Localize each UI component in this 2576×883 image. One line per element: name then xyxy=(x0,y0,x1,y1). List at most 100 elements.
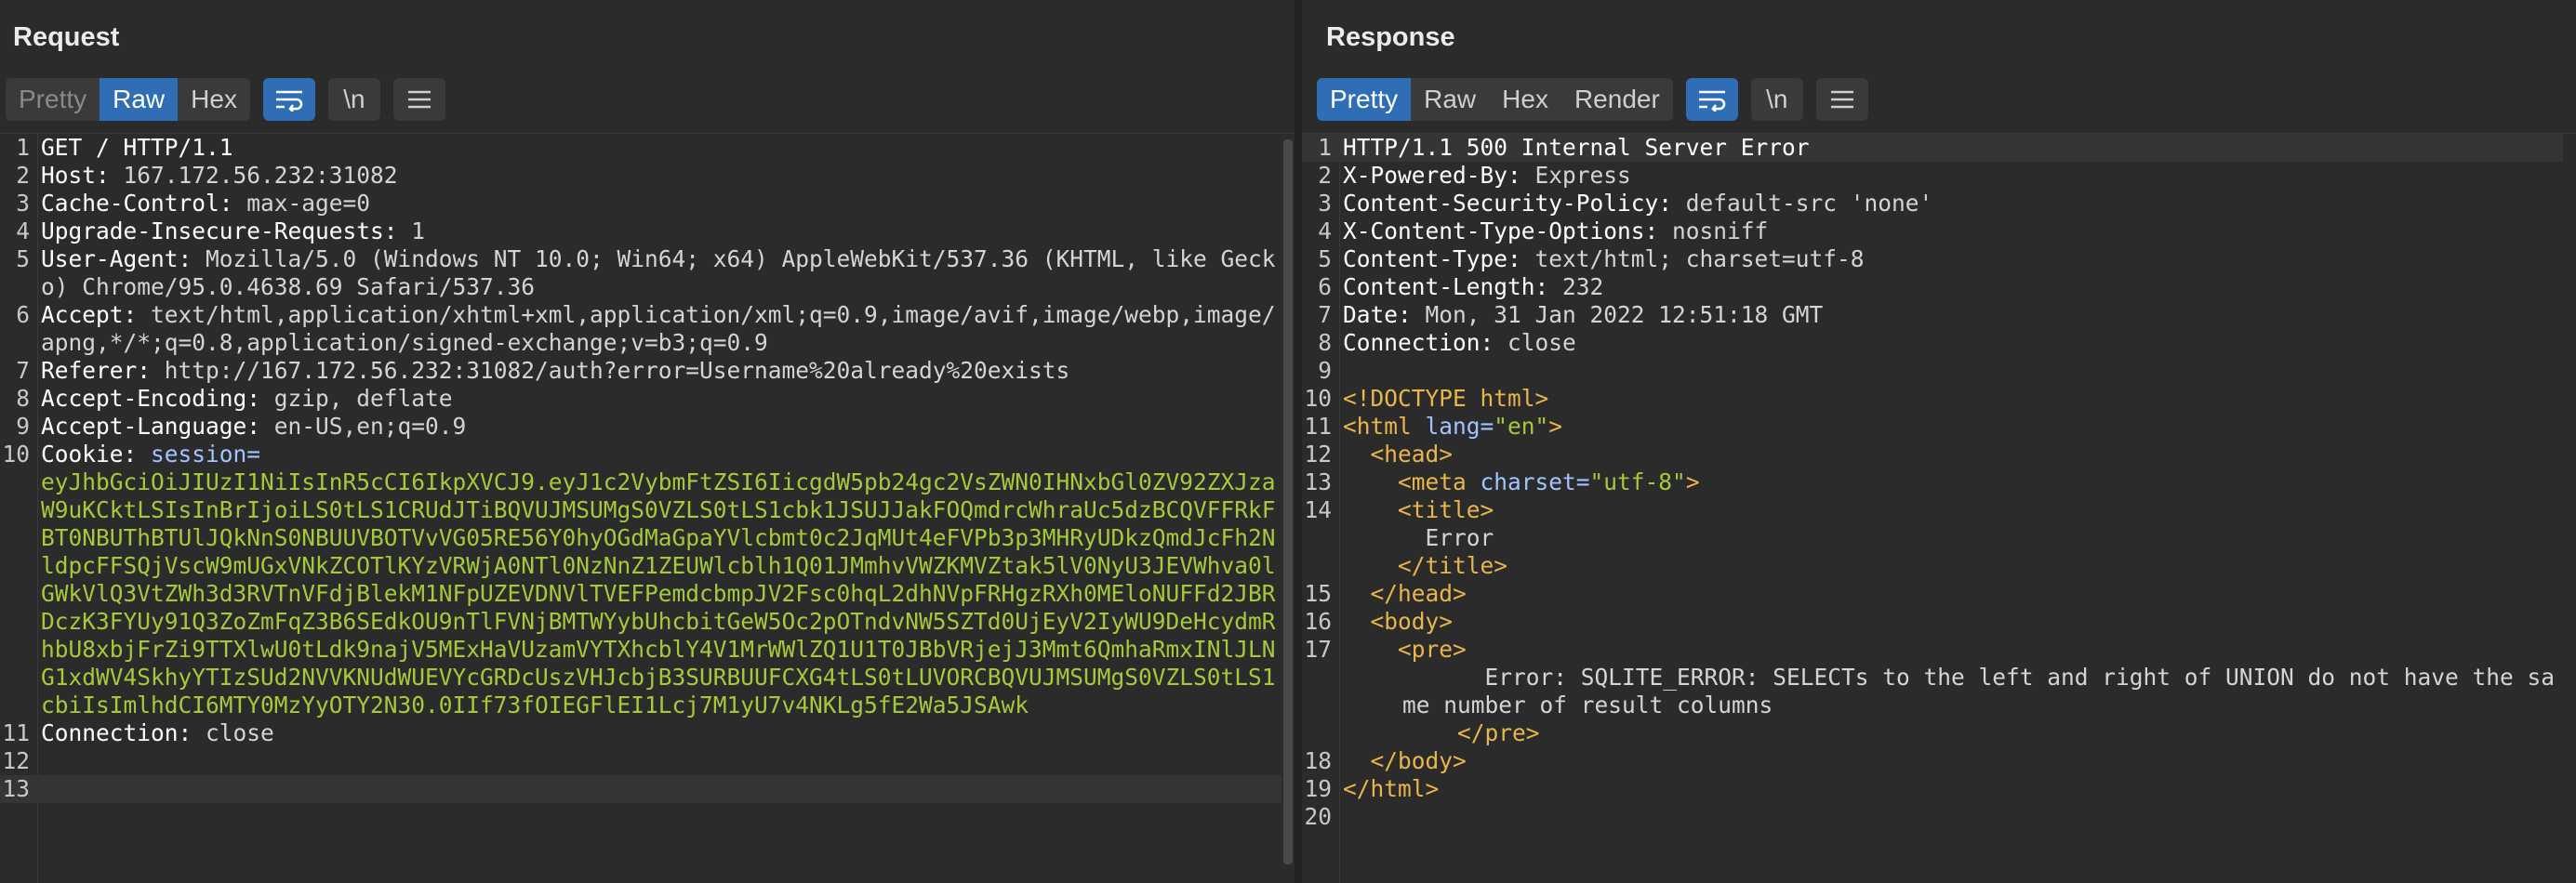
line-number: 18 xyxy=(1304,747,1332,774)
request-tab-raw[interactable]: Raw xyxy=(100,78,179,121)
header-name: Connection: xyxy=(1343,329,1494,356)
error-message: Error: SQLITE_ERROR: SELECTs to the left… xyxy=(1402,664,2556,718)
response-title: Response xyxy=(1326,22,1455,52)
header-value: 167.172.56.232:31082 xyxy=(109,162,398,189)
response-line: 14 <title> Error </title> xyxy=(1302,496,2563,580)
request-menu-button[interactable] xyxy=(392,78,445,121)
request-title: Request xyxy=(13,22,120,52)
response-line: 9​ xyxy=(1302,357,2563,385)
pane-divider[interactable] xyxy=(1295,0,1302,883)
header-value: en-US,en;q=0.9 xyxy=(260,413,467,440)
response-wrap-button[interactable] xyxy=(1685,78,1738,121)
header-value: Mozilla/5.0 (Windows NT 10.0; Win64; x64… xyxy=(41,245,1276,300)
request-tab-hex[interactable]: Hex xyxy=(178,78,250,121)
header-name: Cache-Control: xyxy=(41,190,233,217)
line-number: 4 xyxy=(16,217,30,244)
response-line-current: 1 HTTP/1.1 500 Internal Server Error xyxy=(1302,134,2563,162)
line-number: 8 xyxy=(1318,329,1332,356)
request-tab-pretty[interactable]: Pretty xyxy=(6,78,100,121)
header-name: Host: xyxy=(41,162,110,189)
menu-icon xyxy=(1830,90,1853,109)
request-line-current: 13​ xyxy=(0,775,1281,803)
response-line: 7 Date: Mon, 31 Jan 2022 12:51:18 GMT xyxy=(1302,301,2563,329)
request-view-tabs: Pretty Raw Hex xyxy=(6,78,250,121)
response-pane: Response Pretty Raw Hex Render \n 1 HTTP/… xyxy=(1302,0,2576,883)
line-number: 19 xyxy=(1304,775,1332,802)
response-tab-raw[interactable]: Raw xyxy=(1411,78,1489,121)
response-editor[interactable]: 1 HTTP/1.1 500 Internal Server Error 2 X-P… xyxy=(1302,133,2576,883)
response-tab-pretty[interactable]: Pretty xyxy=(1317,78,1412,121)
header-value: max-age=0 xyxy=(232,190,371,217)
drag-handle-icon[interactable]: ⋮ xyxy=(1295,694,1316,732)
response-newline-button[interactable]: \n xyxy=(1750,78,1803,121)
request-line: 10 Cookie: session= eyJhbGciOiJIUzI1NiIsIn… xyxy=(0,441,1281,719)
html-tag: </head> xyxy=(1370,580,1467,607)
response-line: 8 Connection: close xyxy=(1302,329,2563,357)
header-name: Accept: xyxy=(41,301,138,328)
response-menu-button[interactable] xyxy=(1815,78,1868,121)
response-line: 3 Content-Security-Policy: default-src 'n… xyxy=(1302,190,2563,217)
header-value: text/html,application/xhtml+xml,applicat… xyxy=(41,301,1276,356)
header-value: Mon, 31 Jan 2022 12:51:18 GMT xyxy=(1411,301,1824,328)
response-tab-render[interactable]: Render xyxy=(1561,78,1673,121)
header-name: Content-Security-Policy: xyxy=(1343,190,1673,217)
response-view-tabs: Pretty Raw Hex Render xyxy=(1317,78,1673,121)
line-number: 5 xyxy=(16,245,30,272)
header-value: http://167.172.56.232:31082/auth?error=U… xyxy=(151,357,1070,384)
request-line: 3 Cache-Control: max-age=0 xyxy=(0,190,1281,217)
line-number: 3 xyxy=(16,190,30,217)
request-editor[interactable]: 1 GET / HTTP/1.1 2 Host: 167.172.56.232:31… xyxy=(0,133,1295,883)
line-number: 2 xyxy=(16,162,30,189)
line-number: 1 xyxy=(16,134,30,161)
html-tag: <body> xyxy=(1370,608,1454,635)
line-number: 13 xyxy=(2,775,30,802)
request-pane: Request Pretty Raw Hex \n 1 GET / HTTP/1.… xyxy=(0,0,1295,883)
html-tag: </body> xyxy=(1370,747,1467,774)
line-number: 11 xyxy=(1304,413,1332,440)
line-number: 2 xyxy=(1318,162,1332,189)
header-name: Connection: xyxy=(41,719,193,746)
line-number: 11 xyxy=(2,719,30,746)
header-value: 1 xyxy=(397,217,426,244)
line-number: 6 xyxy=(1318,273,1332,300)
header-value: 232 xyxy=(1548,273,1604,300)
html-tag: > xyxy=(1685,468,1700,495)
response-line: 12 <head> xyxy=(1302,441,2563,468)
line-number: 16 xyxy=(1304,608,1332,635)
header-name: Content-Type: xyxy=(1343,245,1521,272)
html-tag: </title> xyxy=(1398,552,1508,579)
line-number: 10 xyxy=(1304,385,1332,412)
header-name: Date: xyxy=(1343,301,1412,328)
header-value: close xyxy=(192,719,274,746)
line-number: 1 xyxy=(1318,134,1332,161)
header-value: text/html; charset=utf-8 xyxy=(1520,245,1865,272)
request-wrap-button[interactable] xyxy=(262,78,315,121)
request-scroll-thumb[interactable] xyxy=(1283,139,1293,864)
request-line: 4 Upgrade-Insecure-Requests: 1 xyxy=(0,217,1281,245)
header-name: X-Content-Type-Options: xyxy=(1343,217,1659,244)
request-code: 1 GET / HTTP/1.1 2 Host: 167.172.56.232:31… xyxy=(0,134,1281,803)
doctype: <!DOCTYPE html> xyxy=(1343,385,1549,412)
header-name: Upgrade-Insecure-Requests: xyxy=(41,217,398,244)
response-tab-hex[interactable]: Hex xyxy=(1489,78,1561,121)
html-tag: <head> xyxy=(1370,441,1454,468)
request-scrollbar[interactable] xyxy=(1281,134,1295,883)
line-number: 12 xyxy=(1304,441,1332,468)
header-name: Accept-Encoding: xyxy=(41,385,261,412)
header-value: default-src 'none' xyxy=(1672,190,1933,217)
status-line: HTTP/1.1 500 Internal Server Error xyxy=(1343,134,1810,161)
request-toolbar: Pretty Raw Hex \n xyxy=(6,78,445,121)
title-text: Error xyxy=(1425,524,1494,551)
request-line: 9 Accept-Language: en-US,en;q=0.9 xyxy=(0,413,1281,441)
menu-icon xyxy=(407,90,431,109)
header-value: nosniff xyxy=(1658,217,1769,244)
request-line: 2 Host: 167.172.56.232:31082 xyxy=(0,162,1281,190)
request-line: 8 Accept-Encoding: gzip, deflate xyxy=(0,385,1281,413)
request-line: 7 Referer: http://167.172.56.232:31082/au… xyxy=(0,357,1281,385)
response-line: 10 <!DOCTYPE html> xyxy=(1302,385,2563,413)
html-tag: <meta xyxy=(1398,468,1467,495)
line-number: 3 xyxy=(1318,190,1332,217)
request-newline-button[interactable]: \n xyxy=(327,78,380,121)
line-number: 10 xyxy=(2,441,30,468)
line-number: 6 xyxy=(16,301,30,328)
